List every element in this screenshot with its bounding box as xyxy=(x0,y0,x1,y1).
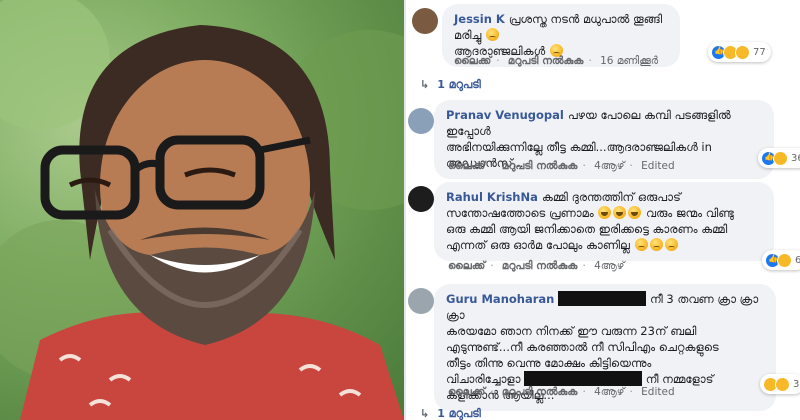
like-link[interactable]: ലൈക്ക് xyxy=(448,260,485,272)
reply-arrow-icon: ↳ xyxy=(420,78,430,91)
reply-link[interactable]: മറുപടി നൽകുക xyxy=(508,55,584,67)
comment-author-link[interactable]: Pranav Venugopal xyxy=(446,108,564,122)
grinning-face-icon xyxy=(613,206,627,219)
crying-face-icon xyxy=(664,238,678,251)
haha-reaction-icon xyxy=(777,252,792,268)
like-link[interactable]: ലൈക്ക് xyxy=(448,160,485,172)
timestamp[interactable]: 4ആഴ് xyxy=(594,260,624,272)
avatar[interactable] xyxy=(412,8,438,34)
comment-text: എന്നത് ഒരു ഓർമ പോലും കാണില്ല xyxy=(446,238,630,252)
sad-reaction-icon xyxy=(775,376,790,392)
timestamp[interactable]: 4ആഴ് xyxy=(594,386,624,398)
comment-text: അഭിനയിക്കുന്നില്ലേ തീട്ട കമ്മി...ആദരാഞ്ജ… xyxy=(446,140,712,154)
reply-arrow-icon: ↳ xyxy=(420,407,430,420)
comment-text: കരയമോ ഞാന നിനക്ക് ഈ വരുന്ന 23ന് ബലി xyxy=(446,324,697,338)
timestamp[interactable]: 4ആഴ് xyxy=(594,160,624,172)
comment-text: ഒരു കമ്മി ആയി ജനിക്കാതെ ഇരിക്കട്ടെ കാരണം… xyxy=(446,222,728,236)
comment-actions: ലൈക്ക് · മറുപടി നൽകുക · 4ആഴ് xyxy=(448,260,625,272)
reaction-summary[interactable]: 6 xyxy=(762,250,800,270)
reaction-count: 6 xyxy=(795,255,800,266)
comment-author-link[interactable]: Guru Manoharan xyxy=(446,292,554,306)
reply-link[interactable]: മറുപടി നൽകുക xyxy=(502,160,578,172)
reply-link[interactable]: മറുപടി നൽകുക xyxy=(502,386,578,398)
reaction-count: 36 xyxy=(791,152,800,164)
grinning-face-icon xyxy=(598,206,612,219)
haha-reaction-icon xyxy=(773,150,788,166)
avatar[interactable] xyxy=(408,108,434,134)
redaction-bar xyxy=(558,291,647,306)
view-replies-link[interactable]: ↳ 1 മറുപടി xyxy=(420,407,481,420)
sad-reaction-icon xyxy=(735,44,750,60)
comment-text: കമ്മി ദുരന്തത്തിന് ഒരുപാട് xyxy=(541,190,681,204)
reaction-summary[interactable]: 3 xyxy=(760,374,800,394)
edited-label[interactable]: Edited xyxy=(641,386,674,398)
comment-text: സന്തോഷത്തോടെ പ്രണാമം xyxy=(446,206,594,220)
crying-face-icon xyxy=(485,28,499,41)
redaction-bar xyxy=(524,371,643,386)
comment-text: എടുന്നുണ്ട്...നീ കരഞ്ഞാൽ നീ സിപിഎം ചെറ്റ… xyxy=(446,340,719,354)
comment-bubble: Rahul KrishNa കമ്മി ദുരന്തത്തിന് ഒരുപാട് … xyxy=(434,182,774,261)
comment-actions: ലൈക്ക് · മറുപടി നൽകുക · 4ആഴ് · Edited xyxy=(448,160,675,172)
like-link[interactable]: ലൈക്ക് xyxy=(454,55,491,67)
comment-text: വരും ജന്മം വിണ്ടു xyxy=(645,206,734,220)
reaction-count: 77 xyxy=(753,46,766,58)
comment-text: നീ നമ്മളോട് xyxy=(645,372,714,386)
comment-actions: ലൈക്ക് · മറുപടി നൽകുക · 16 മണിക്കൂർ xyxy=(454,55,659,67)
view-replies-link[interactable]: ↳ 1 മറുപടി xyxy=(420,78,481,92)
avatar[interactable] xyxy=(408,186,434,212)
grinning-face-icon xyxy=(628,206,642,219)
portrait-photo xyxy=(0,0,404,420)
timestamp[interactable]: 16 മണിക്കൂർ xyxy=(600,55,658,67)
reaction-summary[interactable]: 77 xyxy=(708,42,771,62)
comment-author-link[interactable]: Jessin K xyxy=(454,12,505,26)
like-link[interactable]: ലൈക്ക് xyxy=(448,386,485,398)
reply-count: 1 മറുപടി xyxy=(437,78,481,91)
reply-link[interactable]: മറുപടി നൽകുക xyxy=(502,260,578,272)
comment-text: തീട്ടം തിന്നു വെന്നു മോക്ഷം കിട്ടിയെന്നു… xyxy=(446,356,652,370)
reply-count: 1 മറുപടി xyxy=(437,407,481,420)
comments-panel: Jessin K പ്രശസ്ത നടൻ മധുപാൽ തൂങ്ങി മരിച്ച… xyxy=(404,0,800,420)
portrait-illustration xyxy=(0,0,404,420)
crying-face-icon xyxy=(634,238,648,251)
reaction-count: 3 xyxy=(793,378,800,390)
comment-author-link[interactable]: Rahul KrishNa xyxy=(446,190,538,204)
reaction-summary[interactable]: 36 xyxy=(758,148,800,168)
comment-actions: ലൈക്ക് · മറുപടി നൽകുക · 4ആഴ് · Edited xyxy=(448,386,675,398)
avatar[interactable] xyxy=(408,288,434,314)
crying-face-icon xyxy=(649,238,663,251)
comment-text: വിചാരിച്ചോളാ xyxy=(446,372,521,386)
edited-label[interactable]: Edited xyxy=(641,160,674,172)
